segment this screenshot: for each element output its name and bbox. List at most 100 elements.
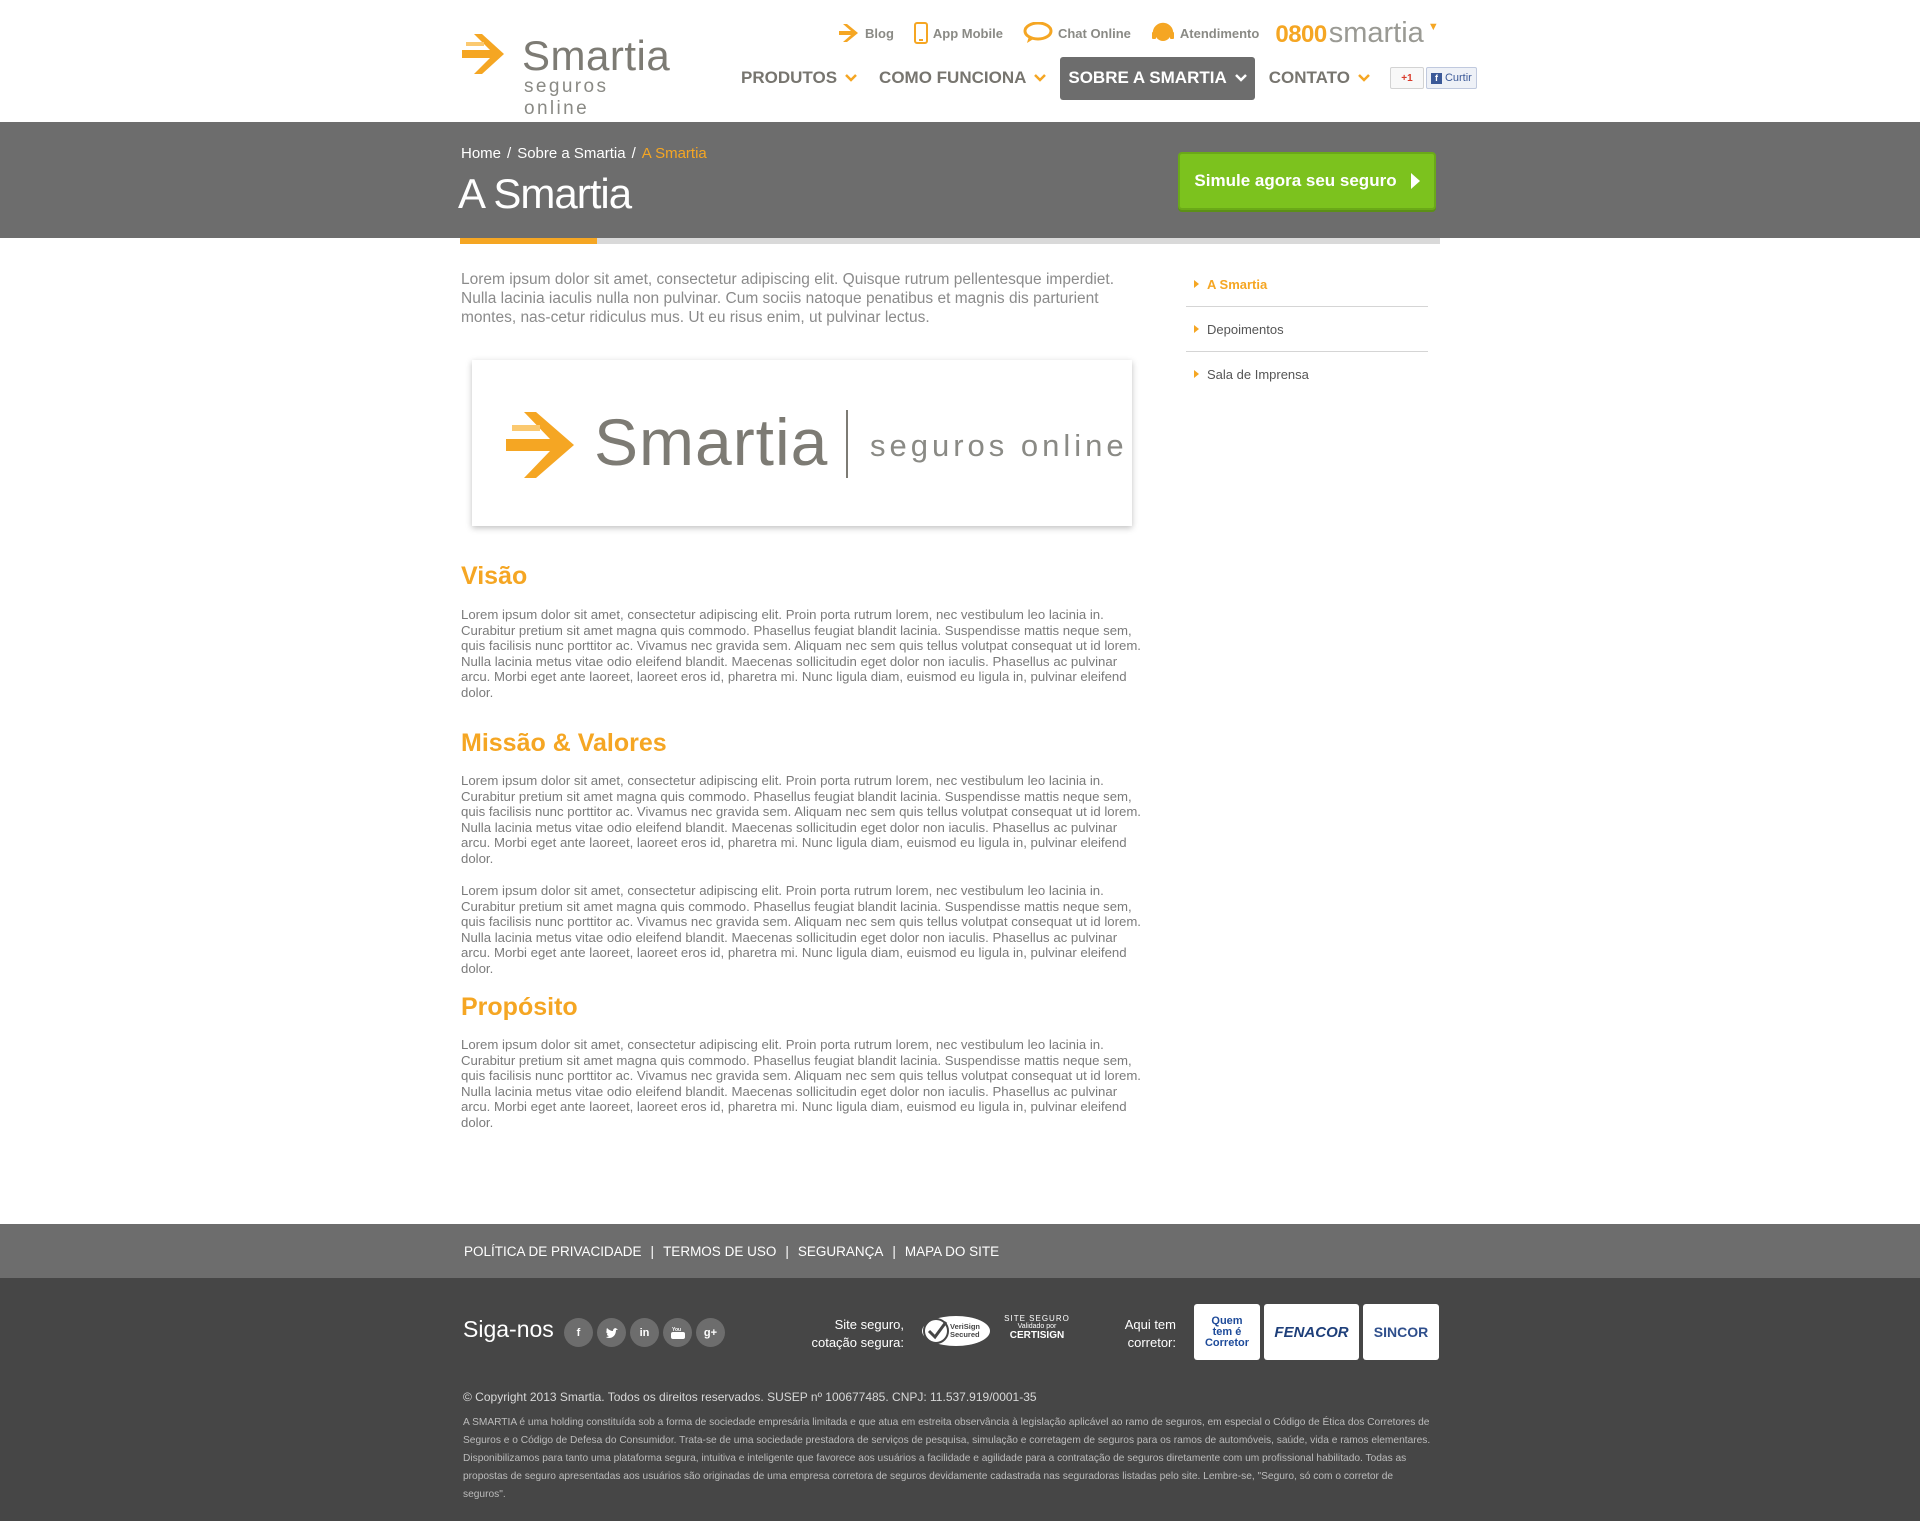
cta-label: Simule agora seu seguro xyxy=(1194,171,1397,190)
certisign-mid: Validado por xyxy=(1017,1323,1057,1330)
secure-line-1: Site seguro, xyxy=(834,1317,904,1332)
sidebar-item-label: A Smartia xyxy=(1207,276,1268,292)
sidebar-item-a-smartia[interactable]: A Smartia xyxy=(1186,262,1428,307)
linkedin-icon[interactable]: in xyxy=(630,1318,659,1347)
headset-icon xyxy=(1151,22,1174,41)
social-links: f in You g+ xyxy=(564,1318,729,1347)
logo-wordmark-large: Smartia xyxy=(594,405,829,479)
social-share-buttons: +1 f Curtir xyxy=(1389,67,1477,89)
nav-item-label: SOBRE A SMARTIA xyxy=(1068,68,1227,87)
main-nav: PRODUTOS COMO FUNCIONA SOBRE A SMARTIA C… xyxy=(733,56,1477,100)
certisign-seal[interactable]: SITE SEGURO Validado por CERTISIGN xyxy=(1002,1314,1072,1348)
triangle-right-icon xyxy=(1194,325,1199,333)
phone-0800-dropdown[interactable]: 0800 smartia ▼ xyxy=(1275,17,1438,50)
nav-item-como-funciona[interactable]: COMO FUNCIONA xyxy=(871,57,1054,100)
section-progress-bar xyxy=(460,238,1440,244)
caret-down-icon: ▼ xyxy=(1427,20,1439,33)
certisign-bottom: CERTISIGN xyxy=(1009,1330,1065,1341)
verisign-seal-text: VeriSign Secured xyxy=(950,1322,981,1339)
breadcrumb-home[interactable]: Home xyxy=(461,145,501,162)
broker-fenacor[interactable]: FENACOR xyxy=(1264,1304,1359,1360)
utility-link-atendimento[interactable]: Atendimento xyxy=(1151,22,1259,44)
page-title-band xyxy=(0,122,1920,238)
section-title-visao: Visão xyxy=(461,562,528,590)
footer-link-mapa[interactable]: MAPA DO SITE xyxy=(905,1244,999,1259)
utility-link-label: App Mobile xyxy=(932,25,1003,41)
sidebar-item-label: Sala de Imprensa xyxy=(1207,366,1309,382)
secure-site-label: Site seguro, cotação segura: xyxy=(800,1316,904,1352)
play-arrow-icon xyxy=(1410,173,1420,189)
youtube-icon[interactable]: You xyxy=(663,1318,692,1347)
broker-name: Quem tem é Corretor xyxy=(1204,1314,1249,1349)
section-paragraph: Lorem ipsum dolor sit amet, consectetur … xyxy=(461,773,1141,866)
sidebar-item-depoimentos[interactable]: Depoimentos xyxy=(1186,307,1428,352)
nav-item-produtos[interactable]: PRODUTOS xyxy=(733,57,865,100)
svg-text:You: You xyxy=(672,1327,681,1333)
section-title-missao: Missão & Valores xyxy=(461,729,667,757)
utility-link-label: Atendimento xyxy=(1179,25,1260,41)
nav-item-sobre-a-smartia[interactable]: SOBRE A SMARTIA xyxy=(1060,56,1255,100)
phone-brand: smartia xyxy=(1328,16,1424,49)
facebook-icon[interactable]: f xyxy=(564,1318,593,1347)
section-paragraph: Lorem ipsum dolor sit amet, consectetur … xyxy=(461,1037,1141,1130)
facebook-icon: f xyxy=(1430,72,1442,84)
fb-like-label: Curtir xyxy=(1444,72,1472,84)
brand-logo-card: Smartia seguros online xyxy=(472,360,1132,526)
footer-links-bar: POLÍTICA DE PRIVACIDADE | TERMOS DE USO … xyxy=(0,1224,1920,1278)
footer-link-termos[interactable]: TERMOS DE USO xyxy=(663,1244,776,1259)
broker-sincor[interactable]: SINCOR xyxy=(1363,1304,1439,1360)
chat-icon xyxy=(1023,22,1053,43)
secure-line-2: cotação segura: xyxy=(811,1335,904,1350)
twitter-icon[interactable] xyxy=(597,1318,626,1347)
section-paragraph: Lorem ipsum dolor sit amet, consectetur … xyxy=(461,883,1141,976)
follow-us-label: Siga-nos xyxy=(463,1316,554,1342)
footer-link-separator: | xyxy=(892,1244,896,1259)
sidebar-item-sala-de-imprensa[interactable]: Sala de Imprensa xyxy=(1186,352,1428,396)
breadcrumb-sobre[interactable]: Sobre a Smartia xyxy=(517,145,625,162)
utility-link-chat-online[interactable]: Chat Online xyxy=(1023,22,1131,44)
section-paragraph: Lorem ipsum dolor sit amet, consectetur … xyxy=(461,607,1141,700)
simulate-insurance-button[interactable]: Simule agora seu seguro xyxy=(1178,152,1436,210)
googleplus-icon[interactable]: g+ xyxy=(696,1318,725,1347)
nav-item-label: CONTATO xyxy=(1268,68,1350,87)
sidebar-nav: A Smartia Depoimentos Sala de Imprensa xyxy=(1186,262,1428,396)
chevron-down-icon xyxy=(845,74,857,82)
breadcrumb-current: A Smartia xyxy=(641,145,707,162)
broker-line-2: corretor: xyxy=(1127,1335,1176,1350)
logo-tagline: seguros online xyxy=(524,76,609,119)
footer-link-separator: | xyxy=(650,1244,655,1259)
breadcrumb-separator: / xyxy=(631,145,636,162)
google-plus-one-button[interactable]: +1 xyxy=(1389,67,1424,89)
chevron-down-icon xyxy=(1034,74,1047,82)
intro-paragraph: Lorem ipsum dolor sit amet, consectetur … xyxy=(461,271,1115,326)
utility-link-label: Blog xyxy=(865,25,894,41)
triangle-right-icon xyxy=(1194,370,1199,378)
logo-arrow-icon xyxy=(506,412,574,478)
page-title: A Smartia xyxy=(458,170,632,217)
site-logo[interactable]: Smartia seguros online xyxy=(460,28,680,119)
utility-link-blog[interactable]: Blog xyxy=(838,23,894,43)
section-progress-fill xyxy=(460,238,598,244)
logo-divider xyxy=(846,410,848,478)
arrow-icon xyxy=(839,24,858,42)
gplus-label: +1 xyxy=(1401,72,1413,84)
sidebar-item-label: Depoimentos xyxy=(1207,321,1284,337)
breadcrumb-separator: / xyxy=(507,145,512,162)
nav-item-label: PRODUTOS xyxy=(741,68,838,87)
verisign-seal[interactable]: VeriSign Secured xyxy=(920,1314,992,1348)
utility-nav: Blog App Mobile Chat Online Atendimento … xyxy=(838,17,1439,49)
utility-link-app-mobile[interactable]: App Mobile xyxy=(913,22,1003,44)
triangle-right-icon xyxy=(1194,280,1199,288)
site-footer: Siga-nos f in You g+ Site seguro, cotaçã… xyxy=(0,1278,1920,1521)
legal-disclaimer: A SMARTIA é uma holding constituída sob … xyxy=(463,1417,1431,1500)
section-title-proposito: Propósito xyxy=(461,993,578,1021)
site-header: Smartia seguros online Blog App Mobile C… xyxy=(0,0,1920,122)
chevron-down-icon xyxy=(1234,74,1247,82)
facebook-like-button[interactable]: f Curtir xyxy=(1425,67,1477,89)
broker-label: Aqui tem corretor: xyxy=(1110,1316,1176,1352)
chevron-down-icon xyxy=(1358,74,1370,82)
broker-quem-tem-corretor[interactable]: Quem tem é Corretor xyxy=(1194,1304,1260,1360)
footer-link-privacidade[interactable]: POLÍTICA DE PRIVACIDADE xyxy=(464,1244,642,1259)
footer-link-seguranca[interactable]: SEGURANÇA xyxy=(798,1244,884,1259)
nav-item-contato[interactable]: CONTATO xyxy=(1261,57,1378,100)
